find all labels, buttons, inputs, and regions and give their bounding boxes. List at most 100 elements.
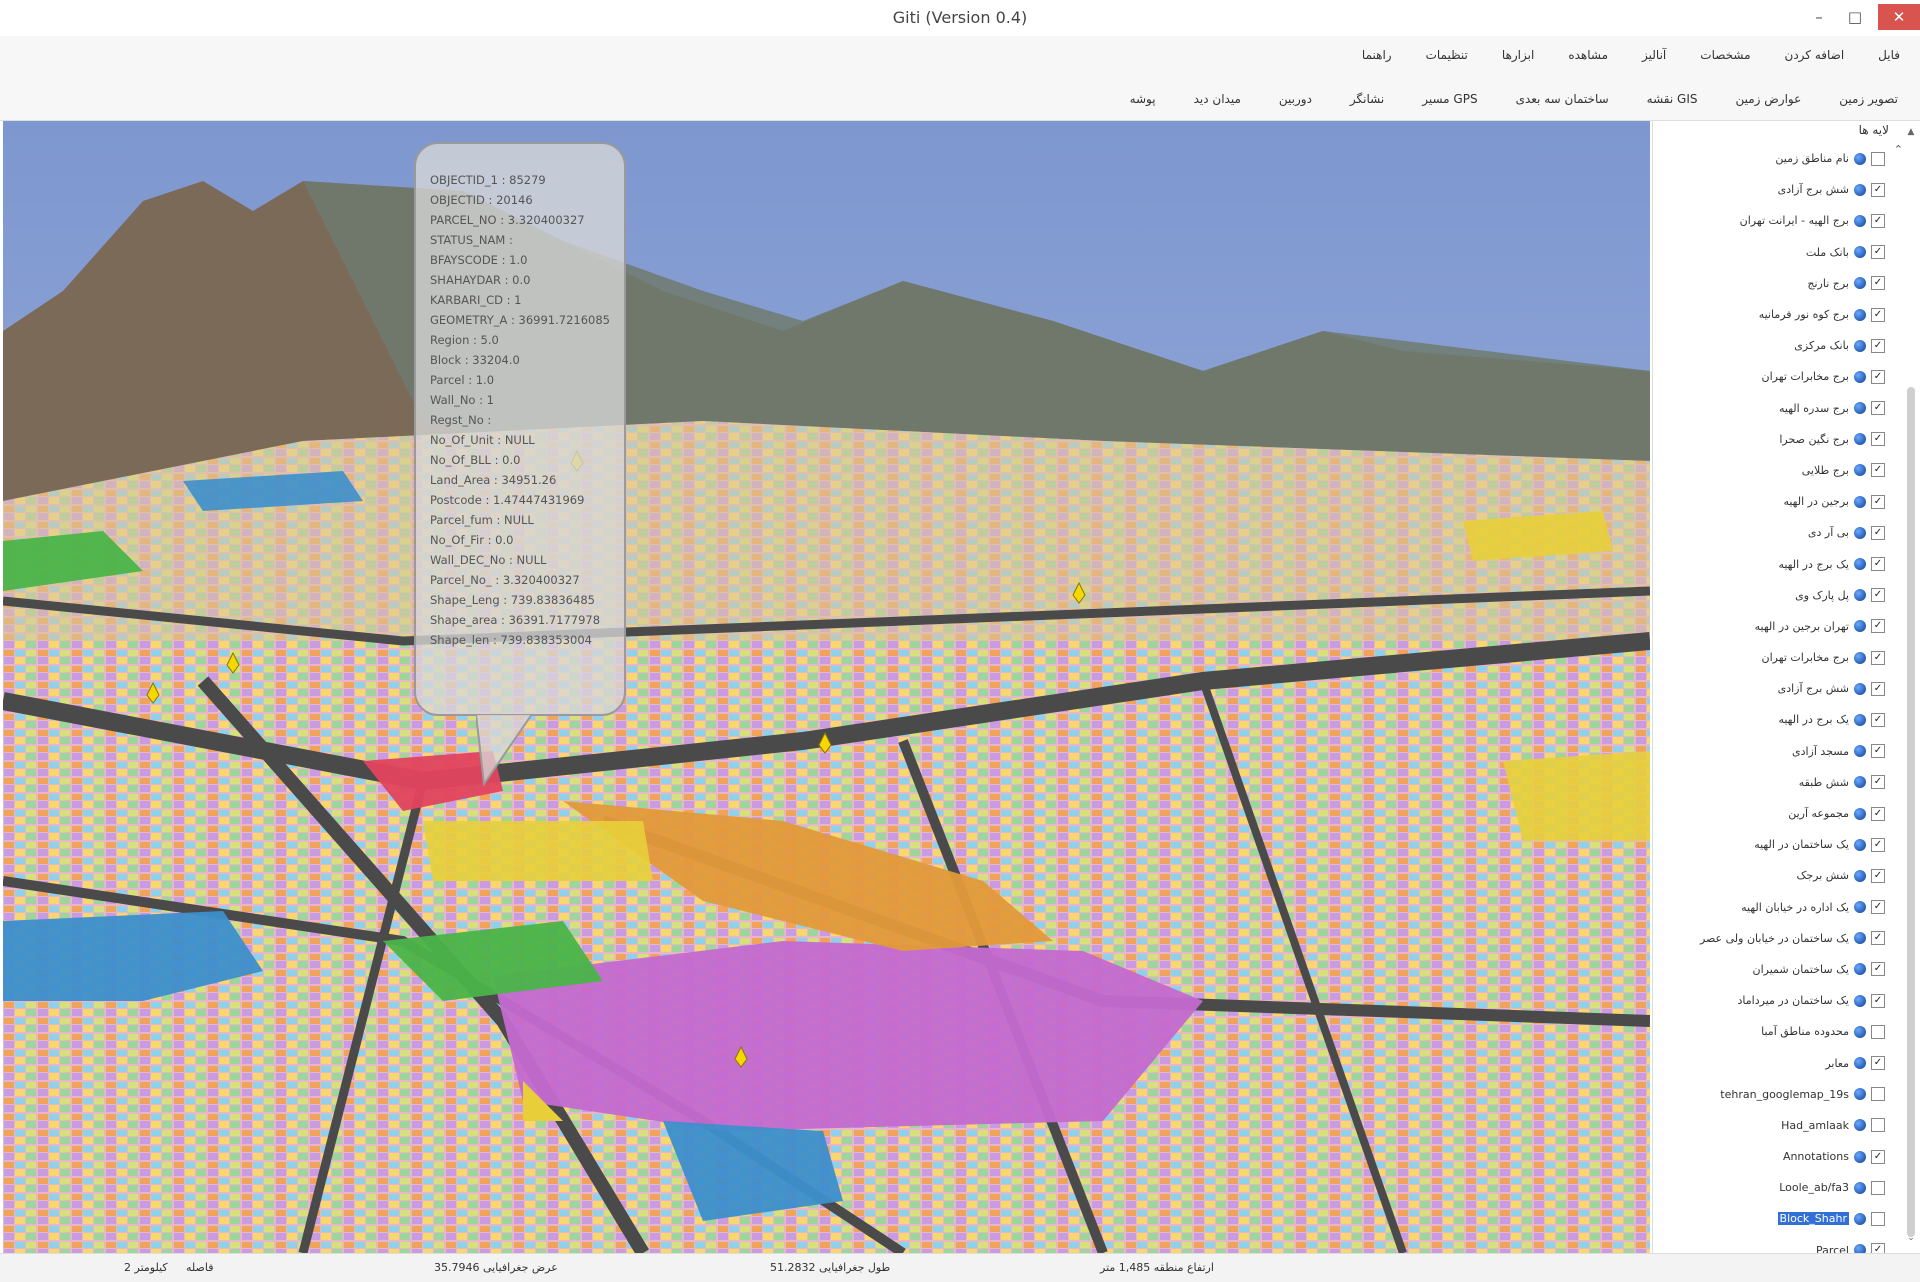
scroll-thumb[interactable] xyxy=(1907,387,1915,1237)
menu-properties[interactable]: مشخصات xyxy=(1700,48,1750,62)
layer-item[interactable]: ✓ بانک ملت xyxy=(1665,237,1885,268)
layer-checkbox[interactable]: ✓ xyxy=(1871,525,1885,540)
layer-item[interactable]: ✓ برج نارنج xyxy=(1665,268,1885,299)
layer-checkbox[interactable]: ✓ xyxy=(1871,900,1885,915)
layer-item[interactable]: tehran_googlemap_19s xyxy=(1665,1079,1885,1110)
scroll-up-arrow[interactable]: ▲ xyxy=(1905,127,1917,137)
layer-checkbox[interactable]: ✓ xyxy=(1871,245,1885,260)
layer-item[interactable]: محدوده مناطق آمبا xyxy=(1665,1016,1885,1047)
menu-help[interactable]: راهنما xyxy=(1362,48,1392,62)
layer-item[interactable]: ✓ یک ساختمان در الهیه xyxy=(1665,829,1885,860)
globe-icon xyxy=(1854,152,1866,165)
layer-item[interactable]: ✓ یک ساختمان در خیابان ولی عصر xyxy=(1665,923,1885,954)
layer-checkbox[interactable]: ✓ xyxy=(1871,369,1885,384)
layer-item[interactable]: ✓ پل پارک وی xyxy=(1665,580,1885,611)
layer-item[interactable]: ✓ مسجد آزادی xyxy=(1665,736,1885,767)
layer-item[interactable]: ✓ برج مخابرات تهران xyxy=(1665,642,1885,673)
layer-checkbox[interactable] xyxy=(1871,1211,1885,1226)
layer-checkbox[interactable]: ✓ xyxy=(1871,712,1885,727)
layer-item[interactable]: ✓ مجموعه آرین xyxy=(1665,798,1885,829)
layer-checkbox[interactable]: ✓ xyxy=(1871,588,1885,603)
close-button[interactable]: ✕ xyxy=(1878,4,1920,30)
layer-item[interactable]: ✓ یک برج در الهیه xyxy=(1665,704,1885,735)
layer-checkbox[interactable]: ✓ xyxy=(1871,619,1885,634)
menu-tools[interactable]: ابزارها xyxy=(1502,48,1534,62)
layer-item[interactable]: ✓ شش برج آزادی xyxy=(1665,673,1885,704)
layer-checkbox[interactable] xyxy=(1871,1087,1885,1102)
menu-settings[interactable]: تنظیمات xyxy=(1426,48,1468,62)
layer-checkbox[interactable]: ✓ xyxy=(1871,432,1885,447)
layer-checkbox[interactable]: ✓ xyxy=(1871,775,1885,790)
tool-gis-map[interactable]: نقشه GIS xyxy=(1647,92,1698,106)
layer-checkbox[interactable]: ✓ xyxy=(1871,681,1885,696)
layer-item[interactable]: ✓ برج طلایی xyxy=(1665,455,1885,486)
attribute-line: Shape_len : 739.838353004 xyxy=(430,633,592,647)
layer-item[interactable]: ✓ برجین در الهیه xyxy=(1665,486,1885,517)
layer-item[interactable]: ✓ برج کوه نور فرمانیه xyxy=(1665,299,1885,330)
layer-item[interactable]: Loole_ab/fa3 xyxy=(1665,1172,1885,1203)
layer-checkbox[interactable]: ✓ xyxy=(1871,276,1885,291)
collapse-icon[interactable]: ⌃ xyxy=(1894,143,1903,156)
layer-item[interactable]: ✓ برج مخابرات تهران xyxy=(1665,361,1885,392)
tool-folder[interactable]: پوشه xyxy=(1130,92,1156,106)
layer-item[interactable]: ✓ تهران برجین در الهیه xyxy=(1665,611,1885,642)
layer-item[interactable]: Block_Shahr xyxy=(1665,1203,1885,1234)
tool-3d-building[interactable]: ساختمان سه بعدی xyxy=(1516,92,1609,106)
layer-checkbox[interactable]: ✓ xyxy=(1871,463,1885,478)
layer-item[interactable]: ✓ Annotations xyxy=(1665,1141,1885,1172)
layer-checkbox[interactable]: ✓ xyxy=(1871,868,1885,883)
layer-item[interactable]: ✓ برج نگین صحرا xyxy=(1665,424,1885,455)
menu-add[interactable]: اضافه کردن xyxy=(1785,48,1845,62)
tool-terrain-image[interactable]: تصویر زمین xyxy=(1839,92,1898,106)
layer-checkbox[interactable]: ✓ xyxy=(1871,557,1885,572)
layer-item[interactable]: ✓ شش برجک xyxy=(1665,860,1885,891)
layer-checkbox[interactable] xyxy=(1871,151,1885,166)
layer-item[interactable]: نام مناطق زمین xyxy=(1665,143,1885,174)
maximize-button[interactable]: □ xyxy=(1840,4,1870,30)
layer-checkbox[interactable]: ✓ xyxy=(1871,1149,1885,1164)
tool-camera[interactable]: دوربین xyxy=(1279,92,1312,106)
layer-item[interactable]: ✓ یک اداره در خیابان الهیه xyxy=(1665,892,1885,923)
layer-checkbox[interactable] xyxy=(1871,1118,1885,1133)
layer-item[interactable]: ✓ یک ساختمان در میرداماد xyxy=(1665,985,1885,1016)
layer-checkbox[interactable]: ✓ xyxy=(1871,182,1885,197)
tool-gps-route[interactable]: مسیر GPS xyxy=(1422,92,1477,106)
map-viewport[interactable] xyxy=(3,121,1650,1253)
layer-checkbox[interactable]: ✓ xyxy=(1871,931,1885,946)
layer-item[interactable]: ✓ برج سدره الهیه xyxy=(1665,393,1885,424)
layer-checkbox[interactable]: ✓ xyxy=(1871,993,1885,1008)
layer-checkbox[interactable]: ✓ xyxy=(1871,650,1885,665)
layer-checkbox[interactable]: ✓ xyxy=(1871,213,1885,228)
layer-checkbox[interactable]: ✓ xyxy=(1871,338,1885,353)
minimize-button[interactable]: – xyxy=(1804,4,1834,30)
scroll-down-arrow[interactable]: ⌄ xyxy=(1905,1233,1917,1243)
layer-label: برج کوه نور فرمانیه xyxy=(1758,308,1849,322)
3d-map-view[interactable] xyxy=(3,121,1650,1253)
layer-item[interactable]: ✓ شش طبقه xyxy=(1665,767,1885,798)
tool-marker[interactable]: نشانگر xyxy=(1350,92,1384,106)
layer-checkbox[interactable]: ✓ xyxy=(1871,744,1885,759)
menu-view[interactable]: مشاهده xyxy=(1568,48,1608,62)
layer-checkbox[interactable]: ✓ xyxy=(1871,837,1885,852)
menu-analysis[interactable]: آنالیز xyxy=(1642,48,1666,62)
layer-checkbox[interactable]: ✓ xyxy=(1871,1056,1885,1071)
layer-item[interactable]: ✓ معابر xyxy=(1665,1047,1885,1078)
layer-checkbox[interactable]: ✓ xyxy=(1871,494,1885,509)
menu-file[interactable]: فایل xyxy=(1878,48,1900,62)
layer-item[interactable]: ✓ شش برج آزادی xyxy=(1665,174,1885,205)
layer-item[interactable]: Had_amlaak xyxy=(1665,1110,1885,1141)
layer-checkbox[interactable]: ✓ xyxy=(1871,806,1885,821)
layer-item[interactable]: ✓ بانک مرکزی xyxy=(1665,330,1885,361)
layer-item[interactable]: ✓ بی آر دی xyxy=(1665,517,1885,548)
tool-field-of-view[interactable]: میدان دید xyxy=(1194,92,1241,106)
layer-checkbox[interactable]: ✓ xyxy=(1871,307,1885,322)
layer-checkbox[interactable] xyxy=(1871,1180,1885,1195)
layer-item[interactable]: ✓ یک برج در الهیه xyxy=(1665,548,1885,579)
layer-item[interactable]: ✓ یک ساختمان شمیران xyxy=(1665,954,1885,985)
layer-checkbox[interactable] xyxy=(1871,1024,1885,1039)
layer-scrollbar[interactable]: ▲ ⌄ xyxy=(1905,127,1917,1243)
tool-terrain-features[interactable]: عوارض زمین xyxy=(1736,92,1802,106)
layer-checkbox[interactable]: ✓ xyxy=(1871,401,1885,416)
layer-checkbox[interactable]: ✓ xyxy=(1871,962,1885,977)
layer-item[interactable]: ✓ برج الهیه - ایرانت تهران xyxy=(1665,205,1885,236)
